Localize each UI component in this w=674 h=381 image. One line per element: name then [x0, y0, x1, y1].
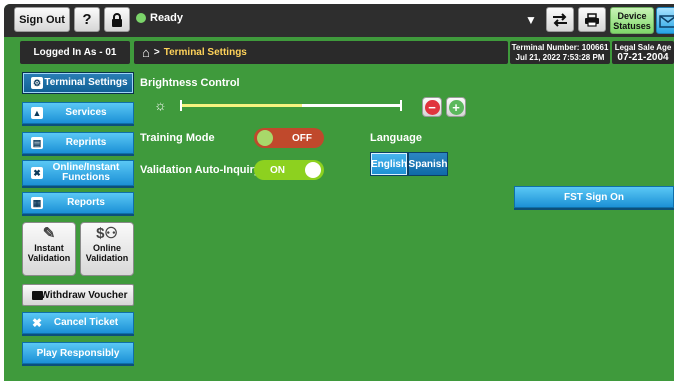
withdraw-voucher-button[interactable]: Withdraw Voucher: [22, 284, 134, 306]
brightness-slider[interactable]: [180, 100, 402, 111]
cancel-ticket-button[interactable]: ✖ Cancel Ticket: [22, 312, 134, 334]
help-button[interactable]: ?: [74, 7, 100, 32]
sidebar-item-label: Services: [65, 107, 107, 118]
language-label: Language: [370, 132, 422, 144]
language-spanish-label: Spanish: [408, 158, 448, 170]
cancel-icon: ✖: [31, 316, 43, 330]
sign-out-button[interactable]: Sign Out: [14, 7, 70, 32]
warning-icon: ▲: [31, 107, 43, 119]
slider-min-cap: [180, 100, 182, 111]
sign-out-label: Sign Out: [19, 13, 65, 26]
sidebar-item-label: Reports: [67, 197, 105, 208]
document-icon: ▤: [31, 137, 43, 149]
play-responsibly-label: Play Responsibly: [36, 347, 120, 359]
app-window: Sign Out ? Ready ▼ Device Statuses Logge…: [4, 4, 674, 381]
sidebar-item-label: Reprints: [65, 137, 107, 148]
sidebar-item-services[interactable]: ▲ Services: [22, 102, 134, 124]
cancel-ticket-label: Cancel Ticket: [53, 317, 119, 328]
instant-validation-button[interactable]: ✎ Instant Validation: [22, 222, 76, 276]
play-responsibly-button[interactable]: Play Responsibly: [22, 342, 134, 364]
mail-icon: [659, 15, 674, 28]
status-dot-icon: [136, 13, 146, 23]
scratch-ticket-icon: ✎: [42, 225, 56, 242]
transfer-button[interactable]: [546, 7, 574, 32]
terminal-number: Terminal Number: 100661: [511, 43, 609, 52]
report-icon: ▦: [31, 197, 43, 209]
language-spanish-button[interactable]: Spanish: [408, 152, 448, 176]
printer-icon: [585, 12, 599, 27]
breadcrumb: ⌂ > Terminal Settings: [134, 41, 508, 64]
mail-button[interactable]: [656, 7, 674, 34]
transfer-icon: [553, 12, 567, 27]
brightness-decrease-button[interactable]: −: [422, 97, 442, 117]
voucher-icon: [32, 291, 43, 300]
chevron-down-icon[interactable]: ▼: [520, 7, 542, 32]
legal-sale-age: Legal Sale Age 07-21-2004: [612, 41, 674, 64]
sidebar-item-label: Terminal Settings: [44, 77, 128, 88]
withdraw-voucher-label: Withdraw Voucher: [40, 289, 128, 301]
training-mode-label: Training Mode: [140, 132, 215, 144]
breadcrumb-separator: >: [153, 47, 160, 58]
minus-icon: −: [424, 99, 440, 115]
slider-max-cap: [400, 100, 402, 111]
sidebar-item-label: Online/Instant Functions: [52, 162, 120, 183]
legal-age-date: 07-21-2004: [617, 52, 669, 63]
terminal-datetime: Jul 21, 2022 7:53:28 PM: [515, 53, 605, 62]
sun-icon: ☼: [154, 97, 167, 113]
plus-icon: +: [448, 99, 464, 115]
validation-auto-inquiry-label: Validation Auto-Inquiry: [140, 164, 260, 176]
instant-validation-label: Instant Validation: [27, 243, 71, 263]
status-text: Ready: [150, 12, 184, 24]
breadcrumb-current: Terminal Settings: [163, 47, 247, 58]
training-mode-toggle[interactable]: OFF: [254, 128, 324, 148]
print-button[interactable]: [578, 7, 606, 32]
device-statuses-label: Device Statuses: [613, 11, 651, 31]
slider-remaining-track: [302, 104, 402, 107]
toggle-knob: [305, 162, 321, 178]
ticket-icon: ✖: [31, 167, 43, 179]
sidebar-item-reports[interactable]: ▦ Reports: [22, 192, 134, 214]
fst-sign-on-label: FST Sign On: [564, 191, 624, 203]
brightness-label: Brightness Control: [140, 77, 240, 89]
language-english-button[interactable]: English: [370, 152, 408, 176]
lock-button[interactable]: [104, 7, 130, 32]
training-mode-state: OFF: [292, 133, 312, 144]
logged-in-panel: Logged In As - 01: [20, 41, 130, 64]
validation-auto-inquiry-state: ON: [270, 165, 285, 176]
device-statuses-button[interactable]: Device Statuses: [610, 7, 654, 34]
status-indicator: Ready: [136, 12, 183, 24]
validation-auto-inquiry-toggle[interactable]: ON: [254, 160, 324, 180]
sidebar-item-terminal-settings[interactable]: ⚙ Terminal Settings: [22, 72, 134, 94]
home-icon[interactable]: ⌂: [142, 45, 150, 60]
gear-icon: ⚙: [31, 77, 43, 89]
toggle-knob: [257, 130, 273, 146]
terminal-info: Terminal Number: 100661 Jul 21, 2022 7:5…: [510, 41, 610, 64]
online-validation-button[interactable]: $⚇ Online Validation: [80, 222, 134, 276]
language-english-label: English: [370, 158, 408, 170]
brightness-increase-button[interactable]: +: [446, 97, 466, 117]
lock-icon: [112, 12, 122, 27]
sidebar-item-online-instant[interactable]: ✖ Online/Instant Functions: [22, 160, 134, 186]
sidebar-item-reprints[interactable]: ▤ Reprints: [22, 132, 134, 154]
online-validation-label: Online Validation: [85, 243, 129, 263]
help-icon: ?: [82, 11, 92, 28]
fst-sign-on-button[interactable]: FST Sign On: [514, 186, 674, 208]
logged-in-text: Logged In As - 01: [33, 47, 117, 58]
top-bar: Sign Out ? Ready ▼ Device Statuses: [4, 4, 674, 37]
scan-ticket-icon: $⚇: [96, 225, 118, 242]
